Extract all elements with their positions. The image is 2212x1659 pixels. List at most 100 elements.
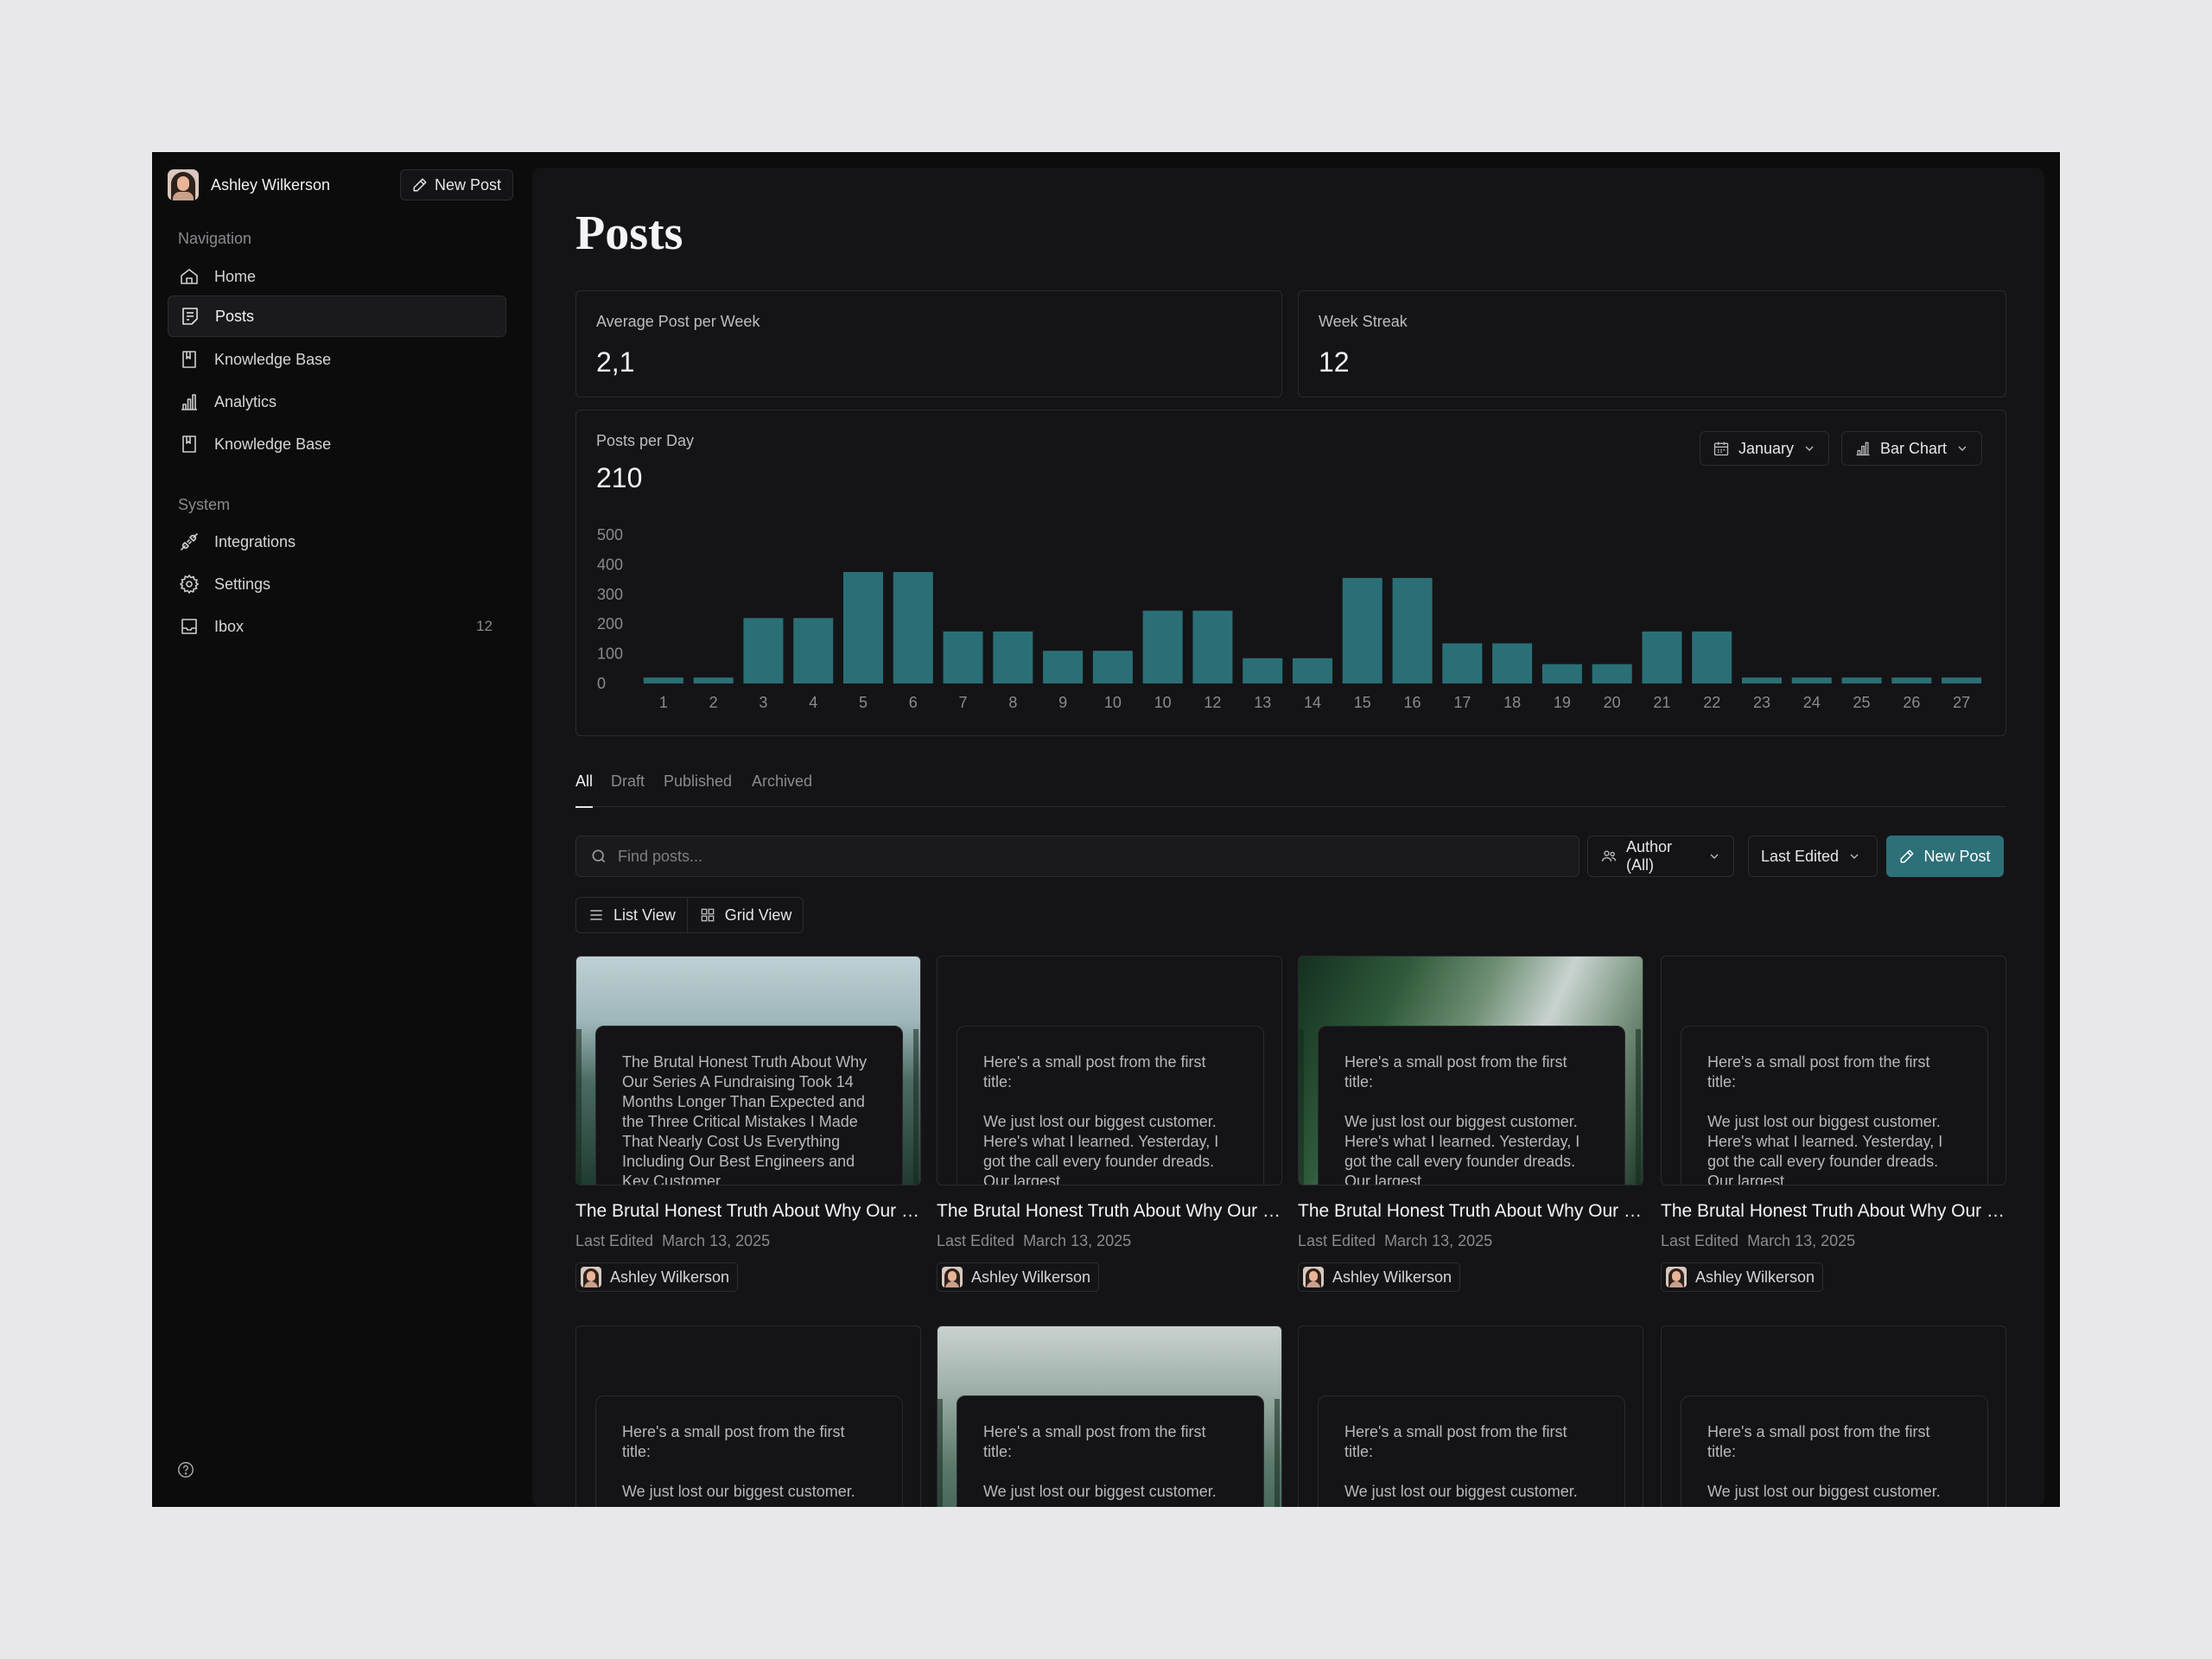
list-view-button[interactable]: List View — [576, 898, 687, 932]
sidebar-item-home[interactable]: Home — [168, 256, 506, 297]
author-chip[interactable]: Ashley Wilkerson — [1661, 1262, 1824, 1292]
sidebar-item-settings[interactable]: Settings — [168, 563, 506, 605]
author-filter-dropdown[interactable]: Author (All) — [1587, 836, 1734, 877]
chart-bar[interactable] — [1642, 631, 1682, 683]
chart-bar[interactable] — [1142, 610, 1183, 683]
chart-bar[interactable] — [993, 631, 1033, 683]
chart-bar[interactable] — [743, 618, 784, 683]
sort-value: Last Edited — [1761, 847, 1840, 865]
post-thumbnail[interactable]: Here's a small post from the first title… — [575, 1325, 921, 1507]
sidebar-item-inbox[interactable]: Ibox 12 — [168, 606, 506, 647]
excerpt-text: Here's a small post from the first title… — [983, 1423, 1206, 1460]
chart-bar[interactable] — [1043, 651, 1084, 683]
post-card[interactable]: Here's a small post from the first title… — [1661, 956, 2006, 1292]
post-meta: Last Edited March 13, 2025 — [1661, 1232, 2006, 1250]
post-card[interactable]: Here's a small post from the first title… — [1298, 956, 1643, 1292]
x-tick-label: 26 — [1903, 694, 1920, 711]
user-row: Ashley Wilkerson New Post — [168, 168, 513, 202]
post-thumbnail[interactable]: Here's a small post from the first title… — [937, 956, 1282, 1185]
sidebar-item-knowledge-base-2[interactable]: Knowledge Base — [168, 423, 506, 465]
chart-bar[interactable] — [1891, 677, 1932, 683]
user-avatar[interactable] — [168, 169, 199, 200]
post-thumbnail[interactable]: The Brutal Honest Truth About Why Our Se… — [575, 956, 921, 1185]
grid-icon — [699, 906, 716, 924]
post-card[interactable]: Here's a small post from the first title… — [937, 956, 1282, 1292]
x-tick-label: 20 — [1604, 694, 1621, 711]
post-thumbnail[interactable]: Here's a small post from the first title… — [937, 1325, 1282, 1507]
post-excerpt: Here's a small post from the first title… — [1681, 1395, 1988, 1507]
sidebar-item-integrations[interactable]: Integrations — [168, 521, 506, 563]
chart-bar[interactable] — [1293, 658, 1332, 683]
chart-bar[interactable] — [1541, 664, 1582, 683]
chart-bar[interactable] — [693, 677, 734, 683]
post-title[interactable]: The Brutal Honest Truth About Why Our Se… — [1661, 1201, 2006, 1222]
edited-date: March 13, 2025 — [662, 1232, 771, 1249]
gear-icon — [178, 573, 200, 595]
chart-bar[interactable] — [1342, 577, 1382, 683]
x-tick-label: 21 — [1653, 694, 1670, 711]
tab-published[interactable]: Published — [664, 772, 732, 807]
post-title[interactable]: The Brutal Honest Truth About Why Our Se… — [1298, 1201, 1643, 1222]
search-input[interactable] — [618, 847, 1482, 866]
chart-bar[interactable] — [1942, 677, 1982, 683]
stat-label: Average Post per Week — [596, 313, 760, 330]
post-excerpt: Here's a small post from the first title… — [1318, 1395, 1625, 1507]
user-name[interactable]: Ashley Wilkerson — [211, 176, 400, 194]
chart-bar[interactable] — [643, 677, 683, 683]
post-card[interactable]: Here's a small post from the first title… — [1661, 1325, 2006, 1507]
chart-bar[interactable] — [1243, 658, 1283, 683]
post-card[interactable]: Here's a small post from the first title… — [937, 1325, 1282, 1507]
chart-bar[interactable] — [1791, 677, 1832, 683]
chart-bar[interactable] — [1592, 664, 1632, 683]
stat-card-avg-posts: Average Post per Week 2,1 — [575, 290, 1282, 397]
chart-bar[interactable] — [843, 572, 883, 683]
chart-bar[interactable] — [1392, 577, 1433, 683]
x-tick-label: 10 — [1104, 694, 1122, 711]
author-chip[interactable]: Ashley Wilkerson — [937, 1262, 1100, 1292]
chart-bar[interactable] — [793, 618, 834, 683]
chart-bar[interactable] — [1742, 677, 1782, 683]
chart-bar[interactable] — [1192, 610, 1233, 683]
book-icon — [178, 433, 200, 455]
chart-bar[interactable] — [943, 631, 983, 683]
post-card[interactable]: Here's a small post from the first title… — [1298, 1325, 1643, 1507]
post-thumbnail[interactable]: Here's a small post from the first title… — [1661, 1325, 2006, 1507]
post-title[interactable]: The Brutal Honest Truth About Why Our Se… — [575, 1201, 921, 1222]
post-excerpt: The Brutal Honest Truth About Why Our Se… — [595, 1026, 903, 1185]
x-tick-label: 8 — [1008, 694, 1017, 711]
chart-bar[interactable] — [1092, 651, 1133, 683]
posts-icon — [179, 305, 201, 327]
author-chip[interactable]: Ashley Wilkerson — [575, 1262, 739, 1292]
grid-view-button[interactable]: Grid View — [686, 898, 804, 932]
post-title[interactable]: The Brutal Honest Truth About Why Our Se… — [937, 1201, 1282, 1222]
sidebar-item-posts[interactable]: Posts — [168, 296, 506, 337]
new-post-button[interactable]: New Post — [1886, 836, 2004, 877]
list-icon — [588, 906, 605, 924]
sidebar-item-label: Knowledge Base — [214, 350, 332, 368]
post-thumbnail[interactable]: Here's a small post from the first title… — [1298, 956, 1643, 1185]
author-chip[interactable]: Ashley Wilkerson — [1298, 1262, 1461, 1292]
x-tick-label: 10 — [1154, 694, 1172, 711]
edited-label: Last Edited — [1298, 1232, 1376, 1249]
post-card[interactable]: The Brutal Honest Truth About Why Our Se… — [575, 956, 921, 1292]
sidebar-item-knowledge-base[interactable]: Knowledge Base — [168, 339, 506, 380]
chart-bar[interactable] — [893, 572, 933, 683]
edited-date: March 13, 2025 — [1747, 1232, 1856, 1249]
post-thumbnail[interactable]: Here's a small post from the first title… — [1298, 1325, 1643, 1507]
x-tick-label: 1 — [659, 694, 668, 711]
chart-bar[interactable] — [1692, 631, 1732, 683]
page-title: Posts — [575, 207, 683, 260]
chart-bar[interactable] — [1492, 643, 1533, 683]
chart-bar[interactable] — [1841, 677, 1882, 683]
tab-all[interactable]: All — [575, 772, 594, 808]
sidebar-new-post-button[interactable]: New Post — [399, 169, 513, 200]
post-thumbnail[interactable]: Here's a small post from the first title… — [1661, 956, 2006, 1185]
sidebar-item-analytics[interactable]: Analytics — [168, 381, 506, 423]
tab-draft[interactable]: Draft — [611, 772, 645, 807]
users-icon — [1600, 848, 1618, 865]
chart-bar[interactable] — [1442, 643, 1483, 683]
sort-dropdown[interactable]: Last Edited — [1748, 836, 1878, 877]
tab-archived[interactable]: Archived — [752, 772, 812, 807]
post-card[interactable]: Here's a small post from the first title… — [575, 1325, 921, 1507]
help-icon[interactable] — [176, 1460, 195, 1479]
